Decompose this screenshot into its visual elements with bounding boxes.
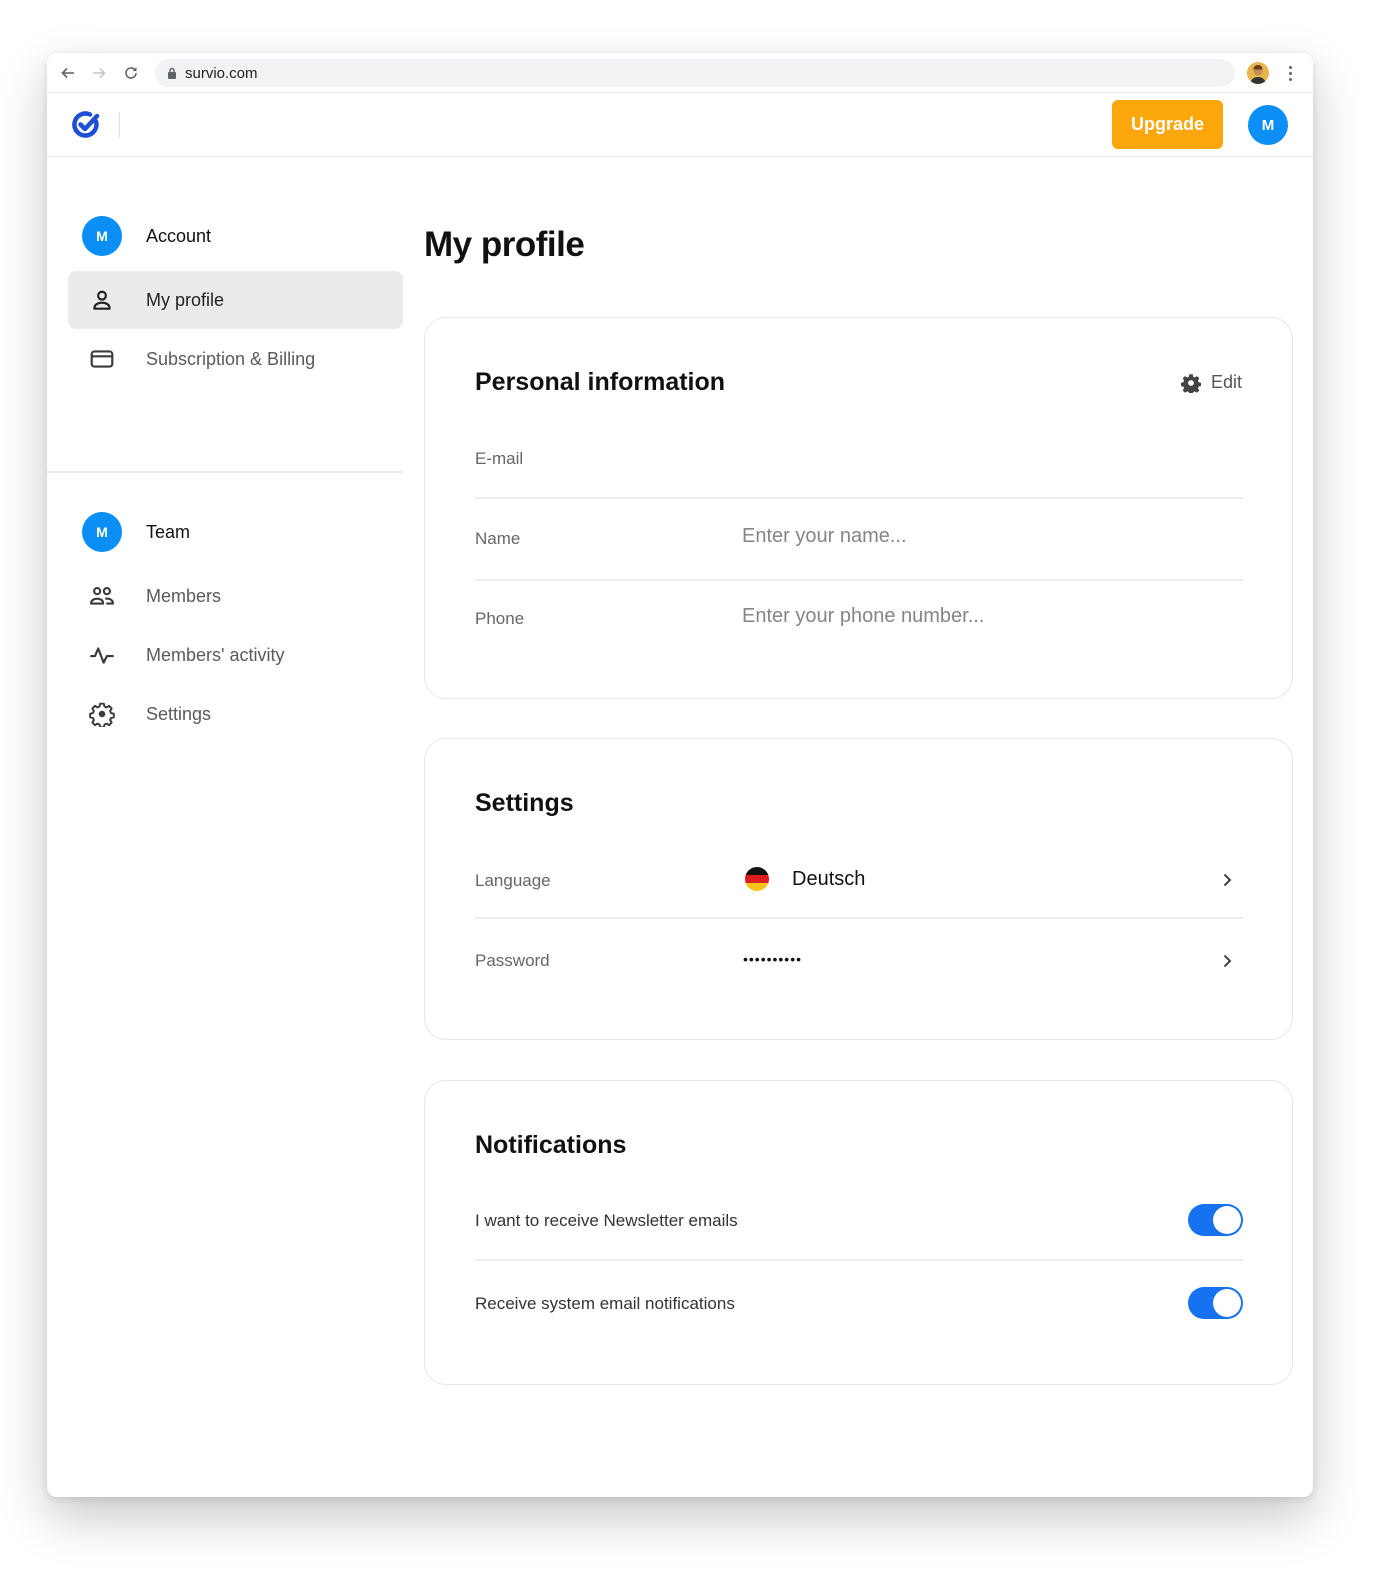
name-label: Name — [475, 529, 521, 548]
credit-card-icon — [88, 345, 116, 373]
sidebar-divider — [47, 471, 403, 473]
system-notifications-row: Receive system email notifications — [475, 1264, 1243, 1344]
user-icon — [88, 286, 116, 314]
newsletter-row: I want to receive Newsletter emails — [475, 1181, 1243, 1261]
page-title: My profile — [424, 225, 585, 264]
arrow-right-icon — [93, 67, 106, 79]
password-row[interactable]: Password •••••••••• — [475, 921, 1243, 1001]
forward-button[interactable] — [88, 63, 110, 83]
personal-information-title: Personal information — [475, 368, 726, 396]
activity-icon — [88, 641, 116, 669]
address-bar[interactable]: survio.com — [155, 59, 1235, 87]
sidebar-team-header: M Team — [82, 512, 190, 552]
sidebar-item-label: My profile — [146, 289, 225, 310]
newsletter-toggle[interactable] — [1188, 1204, 1243, 1236]
system-notifications-toggle[interactable] — [1188, 1287, 1243, 1319]
email-row: E-mail — [475, 419, 1243, 499]
chevron-right-icon — [1223, 873, 1232, 887]
password-value: •••••••••• — [743, 951, 803, 967]
phone-row: Phone — [475, 583, 1243, 663]
browser-toolbar: survio.com — [47, 53, 1313, 93]
upgrade-button[interactable]: Upgrade — [1112, 100, 1223, 149]
edit-label: Edit — [1210, 372, 1242, 392]
personal-information-card: Personal information Edit E-mail Name Ph… — [424, 317, 1293, 699]
language-value: Deutsch — [792, 868, 866, 890]
user-avatar[interactable]: M — [1248, 105, 1288, 145]
toggle-knob — [1213, 1289, 1241, 1317]
back-button[interactable] — [57, 63, 79, 83]
sidebar-item-subscription-billing[interactable]: Subscription & Billing — [68, 330, 403, 388]
url-text: survio.com — [185, 64, 258, 82]
sidebar-item-members[interactable]: Members — [68, 567, 403, 625]
app-header: Upgrade M — [47, 94, 1313, 157]
notifications-title: Notifications — [475, 1131, 627, 1159]
phone-input[interactable] — [742, 605, 1222, 628]
browser-menu-button[interactable] — [1283, 63, 1297, 83]
sidebar-item-my-profile[interactable]: My profile — [68, 271, 403, 329]
settings-title: Settings — [475, 789, 574, 817]
arrow-left-icon — [61, 67, 74, 79]
sidebar-item-members-activity[interactable]: Members' activity — [68, 626, 403, 684]
users-icon — [88, 582, 116, 610]
person-photo-icon — [1250, 65, 1266, 84]
sidebar-item-label: Settings — [146, 703, 212, 724]
reload-icon — [125, 67, 137, 79]
sidebar-item-label: Members' activity — [146, 644, 285, 665]
name-row: Name — [475, 501, 1243, 581]
sidebar-item-settings[interactable]: Settings — [68, 685, 403, 743]
email-label: E-mail — [475, 449, 524, 468]
browser-profile-avatar[interactable] — [1247, 62, 1269, 84]
language-label: Language — [475, 871, 551, 890]
toggle-knob — [1213, 1206, 1241, 1234]
gear-icon — [88, 700, 116, 728]
password-label: Password — [475, 951, 550, 970]
survio-logo-icon[interactable] — [71, 110, 101, 140]
gear-icon — [1180, 373, 1201, 393]
sidebar-account-header: M Account — [82, 216, 211, 256]
edit-button[interactable]: Edit — [1180, 372, 1242, 393]
system-notifications-label: Receive system email notifications — [475, 1294, 735, 1313]
chevron-right-icon — [1223, 954, 1232, 968]
newsletter-label: I want to receive Newsletter emails — [475, 1211, 738, 1230]
team-label: Team — [146, 521, 191, 542]
sidebar-item-label: Subscription & Billing — [146, 348, 316, 369]
sidebar-item-label: Members — [146, 585, 222, 606]
account-avatar: M — [82, 216, 122, 256]
name-input[interactable] — [742, 525, 1222, 548]
lock-icon — [168, 67, 176, 79]
germany-flag-icon — [745, 867, 769, 891]
settings-card: Settings Language Deutsch Password •••••… — [424, 738, 1293, 1040]
reload-button[interactable] — [120, 63, 142, 83]
header-divider — [119, 112, 120, 138]
browser-window: survio.com Upgrade M M Account My profil… — [47, 53, 1313, 1497]
notifications-card: Notifications I want to receive Newslett… — [424, 1080, 1293, 1385]
team-avatar: M — [82, 512, 122, 552]
phone-label: Phone — [475, 609, 525, 628]
account-label: Account — [146, 225, 212, 246]
language-row[interactable]: Language Deutsch — [475, 839, 1243, 919]
